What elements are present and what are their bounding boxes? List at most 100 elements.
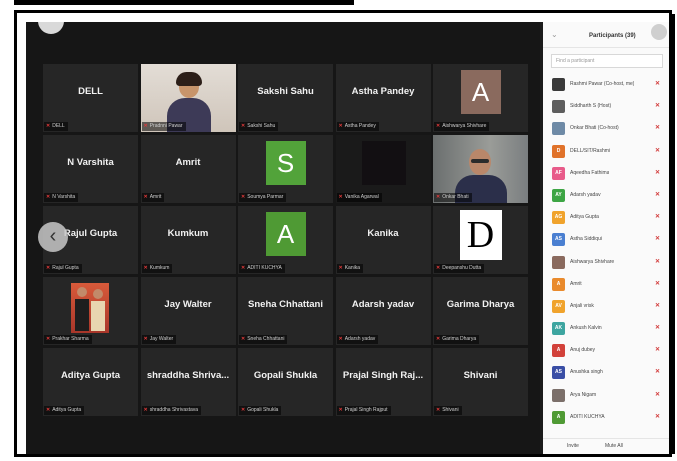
invite-button[interactable]: Invite bbox=[567, 443, 579, 449]
video-tile[interactable]: ✕ Pradnni Pawar bbox=[140, 64, 236, 132]
participant-row[interactable]: D DELL/SIT/Rashmi ✕ bbox=[543, 141, 669, 163]
participant-search-input[interactable]: Find a participant bbox=[551, 54, 663, 68]
tile-tag-label: Sakshi Sahu bbox=[247, 123, 276, 129]
video-tile[interactable]: S ✕ Soumya Parmar bbox=[238, 135, 333, 203]
popout-icon[interactable] bbox=[651, 24, 667, 40]
mute-all-button[interactable]: Mute All bbox=[605, 443, 623, 449]
video-tile[interactable]: ✕ Vanika Agarwal bbox=[335, 135, 431, 203]
avatar: A bbox=[552, 344, 565, 358]
participant-row[interactable]: A Amrit ✕ bbox=[543, 274, 669, 296]
mic-muted-icon[interactable]: ✕ bbox=[655, 124, 660, 131]
video-tile[interactable]: Amrit ✕ Amrit bbox=[140, 135, 236, 203]
mic-muted-icon: ✕ bbox=[338, 194, 343, 200]
participant-row[interactable]: Rashmi Pawar (Co-host, me) ✕ bbox=[543, 74, 669, 96]
participant-row[interactable]: AG Aditya Gupta ✕ bbox=[543, 207, 669, 229]
mic-muted-icon: ✕ bbox=[241, 407, 246, 413]
tile-tag-label: Prakhar Sharma bbox=[52, 336, 89, 342]
participant-row[interactable]: A Anuj dubey ✕ bbox=[543, 340, 669, 362]
participant-row[interactable]: Onkar Bhati (Co-host) ✕ bbox=[543, 118, 669, 140]
tile-name-tag: ✕ shraddha Shrivastava bbox=[141, 406, 202, 415]
participant-row[interactable]: AK Ankush Kalvin ✕ bbox=[543, 318, 669, 340]
participant-row[interactable]: AS Astha Siddiqui ✕ bbox=[543, 229, 669, 251]
tile-display-name: Shivani bbox=[463, 370, 498, 381]
video-tile[interactable]: Gopali Shukla ✕ Gopali Shukla bbox=[238, 348, 333, 416]
participant-row[interactable]: AY Adarsh yadav ✕ bbox=[543, 185, 669, 207]
tile-name-tag: ✕ Sakshi Sahu bbox=[239, 122, 279, 131]
mic-muted-icon[interactable]: ✕ bbox=[655, 302, 660, 309]
tile-name-tag: ✕ Astha Pandey bbox=[336, 122, 379, 131]
mic-muted-icon[interactable]: ✕ bbox=[655, 80, 660, 87]
mic-muted-icon[interactable]: ✕ bbox=[655, 235, 660, 242]
mic-muted-icon[interactable]: ✕ bbox=[655, 213, 660, 220]
participant-name: Aqeedha Fathima bbox=[570, 169, 610, 176]
participant-row[interactable]: Arya Nigam ✕ bbox=[543, 385, 669, 407]
prev-page-button[interactable]: ‹ bbox=[38, 222, 68, 252]
tile-display-name: N Varshita bbox=[67, 157, 114, 168]
video-tile[interactable]: Kumkum ✕ Kumkum bbox=[140, 206, 236, 274]
participant-row[interactable]: Siddharth S (Host) ✕ bbox=[543, 96, 669, 118]
video-tile[interactable]: shraddha Shriva... ✕ shraddha Shrivastava bbox=[140, 348, 236, 416]
video-tile[interactable]: Adarsh yadav ✕ Adarsh yadav bbox=[335, 277, 431, 345]
mic-muted-icon[interactable]: ✕ bbox=[655, 391, 660, 398]
video-tile[interactable]: N Varshita ✕ N Varshita bbox=[43, 135, 138, 203]
participant-row[interactable]: Aishwarya Shivhare ✕ bbox=[543, 252, 669, 274]
video-tile[interactable]: Aditya Gupta ✕ Aditya Gupta bbox=[43, 348, 138, 416]
tile-name-tag: ✕ Kumkum bbox=[141, 264, 173, 273]
mic-muted-icon: ✕ bbox=[338, 336, 343, 342]
tile-display-name: Aditya Gupta bbox=[60, 370, 121, 381]
collapse-icon[interactable]: ⌄ bbox=[551, 30, 558, 39]
video-tile[interactable]: Garima Dharya ✕ Garima Dharya bbox=[433, 277, 528, 345]
participant-row[interactable]: AS Anushka singh ✕ bbox=[543, 362, 669, 384]
video-tile[interactable]: DELL ✕ DELL bbox=[43, 64, 138, 132]
tile-display-name: Jay Walter bbox=[164, 299, 212, 310]
avatar bbox=[552, 78, 565, 91]
mic-muted-icon[interactable]: ✕ bbox=[655, 102, 660, 109]
video-grid: DELL ✕ DELL ✕ Pradnni Pawar Sakshi Sahu ✕ Saksh… bbox=[43, 64, 528, 416]
tile-tag-label: Prajal Singh Rajput bbox=[344, 407, 388, 413]
top-black-bar bbox=[14, 0, 354, 5]
video-tile[interactable]: Sakshi Sahu ✕ Sakshi Sahu bbox=[238, 64, 333, 132]
mic-muted-icon[interactable]: ✕ bbox=[655, 258, 660, 265]
mic-muted-icon[interactable]: ✕ bbox=[655, 147, 660, 154]
mic-muted-icon[interactable]: ✕ bbox=[655, 346, 660, 353]
video-tile[interactable]: Astha Pandey ✕ Astha Pandey bbox=[335, 64, 431, 132]
mic-muted-icon[interactable]: ✕ bbox=[655, 324, 660, 331]
video-tile[interactable]: D ✕ Deepanshu Dutta bbox=[433, 206, 528, 274]
video-tile[interactable]: ✕ Prakhar Sharma bbox=[43, 277, 138, 345]
tile-name-tag: ✕ Amrit bbox=[141, 193, 165, 202]
tile-name-tag: ✕ Sneha Chhattani bbox=[239, 335, 288, 344]
mic-muted-icon: ✕ bbox=[46, 336, 51, 342]
avatar: AS bbox=[552, 366, 565, 380]
mic-muted-icon: ✕ bbox=[436, 123, 441, 129]
video-tile[interactable]: Sneha Chhattani ✕ Sneha Chhattani bbox=[238, 277, 333, 345]
tile-tag-label: Rajul Gupta bbox=[52, 265, 79, 271]
mic-muted-icon[interactable]: ✕ bbox=[655, 368, 660, 375]
avatar bbox=[552, 100, 565, 114]
avatar: AG bbox=[552, 211, 565, 225]
tile-name-tag: ✕ Soumya Parmar bbox=[239, 193, 287, 202]
video-tile[interactable]: A ✕ Aishwarya Shivhare bbox=[433, 64, 528, 132]
tile-name-tag: ✕ N Varshita bbox=[44, 193, 79, 202]
participant-row[interactable]: A ADITI KUCHYA ✕ bbox=[543, 407, 669, 429]
participant-name: Anushka singh bbox=[570, 369, 603, 376]
tile-tag-label: Onkar Bhati bbox=[442, 194, 469, 200]
participant-row[interactable]: AF Aqeedha Fathima ✕ bbox=[543, 163, 669, 185]
tile-display-name: DELL bbox=[78, 86, 103, 97]
tile-tag-label: ADITI KUCHYA bbox=[247, 265, 282, 271]
mic-muted-icon[interactable]: ✕ bbox=[655, 413, 660, 420]
video-tile[interactable]: Prajal Singh Raj... ✕ Prajal Singh Rajput bbox=[335, 348, 431, 416]
video-tile[interactable]: ✕ Onkar Bhati bbox=[433, 135, 528, 203]
video-tile[interactable]: Shivani ✕ Shivani bbox=[433, 348, 528, 416]
participant-row[interactable]: AV Anjali vrisk ✕ bbox=[543, 296, 669, 318]
mic-muted-icon[interactable]: ✕ bbox=[655, 280, 660, 287]
mic-muted-icon[interactable]: ✕ bbox=[655, 169, 660, 176]
self-view-corner[interactable] bbox=[38, 22, 64, 34]
avatar bbox=[552, 122, 565, 136]
video-tile[interactable]: Jay Walter ✕ Jay Walter bbox=[140, 277, 236, 345]
video-tile[interactable]: Kanika ✕ Kanika bbox=[335, 206, 431, 274]
avatar: D bbox=[459, 210, 502, 260]
video-tile[interactable]: A ✕ ADITI KUCHYA bbox=[238, 206, 333, 274]
tile-name-tag: ✕ DELL bbox=[44, 122, 68, 131]
avatar: A bbox=[265, 212, 306, 256]
mic-muted-icon[interactable]: ✕ bbox=[655, 191, 660, 198]
